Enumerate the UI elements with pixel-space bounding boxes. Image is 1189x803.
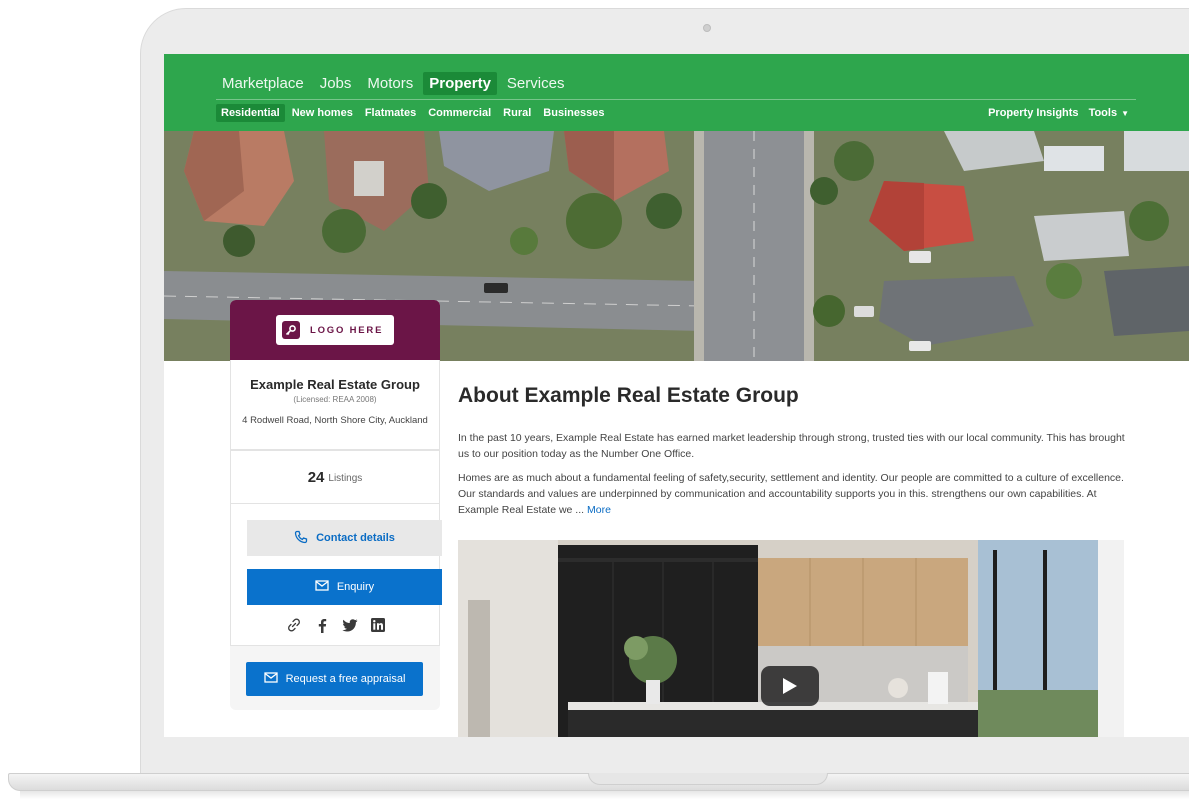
agency-logo-banner: LOGO HERE [230,300,440,360]
property-insights-link[interactable]: Property Insights [988,104,1078,122]
link-icon[interactable] [286,617,302,633]
play-icon [783,678,797,694]
nav-property[interactable]: Property [423,72,497,95]
request-appraisal-label: Request a free appraisal [285,673,406,685]
subnav-new-homes[interactable]: New homes [287,104,358,122]
nav-services[interactable]: Services [501,72,571,95]
about-paragraph-2-text: Homes are as much about a fundamental fe… [458,472,1124,516]
agency-logo-text: LOGO HERE [310,324,384,336]
social-links [231,617,441,633]
site-header: Marketplace Jobs Motors Property Service… [164,54,1189,131]
linkedin-icon[interactable] [370,617,386,633]
listings-label: Listings [328,472,363,484]
facebook-icon[interactable] [314,617,330,633]
video-player[interactable] [458,540,1124,737]
subnav-businesses[interactable]: Businesses [538,104,609,122]
agency-name: Example Real Estate Group [250,377,420,392]
kitchen-video-thumbnail [458,540,1124,737]
listings-count: 24 [307,468,325,486]
agency-license: (Licensed: REAA 2008) [293,395,377,404]
twitter-icon[interactable] [342,617,358,633]
mail-icon [315,580,329,594]
more-link[interactable]: More [587,504,611,516]
laptop-base-notch [588,773,828,785]
main-nav: Marketplace Jobs Motors Property Service… [216,72,570,95]
tools-label: Tools [1088,107,1118,119]
caret-down-icon: ▼ [1121,109,1129,118]
about-paragraph-2: Homes are as much about a fundamental fe… [458,470,1138,518]
mail-icon [263,672,278,686]
subnav-commercial[interactable]: Commercial [423,104,496,122]
nav-marketplace[interactable]: Marketplace [216,72,310,95]
subnav-residential[interactable]: Residential [216,104,285,122]
agency-card: LOGO HERE Example Real Estate Group (Lic… [230,300,442,710]
nav-divider [216,99,1136,100]
subnav-flatmates[interactable]: Flatmates [360,104,421,122]
agency-logo: LOGO HERE [276,315,394,345]
subnav-rural[interactable]: Rural [498,104,536,122]
agency-address: 4 Rodwell Road, North Shore City, Auckla… [242,415,428,426]
contact-details-button[interactable]: Contact details [247,520,442,556]
tools-menu[interactable]: Tools ▼ [1089,104,1129,122]
about-paragraph-1: In the past 10 years, Example Real Estat… [458,432,1125,460]
nav-motors[interactable]: Motors [361,72,419,95]
laptop-shadow [20,791,1189,799]
laptop-screen: Marketplace Jobs Motors Property Service… [164,54,1189,737]
sub-nav-right: Property Insights Tools ▼ [988,104,1129,122]
agency-info: Example Real Estate Group (Licensed: REA… [230,360,440,450]
laptop-camera [703,24,711,32]
sub-nav: Residential New homes Flatmates Commerci… [216,104,609,122]
agency-listings[interactable]: 24 Listings [230,450,440,504]
enquiry-label: Enquiry [336,581,375,593]
phone-icon [294,530,308,547]
agency-actions: Contact details Enquiry [230,504,442,646]
contact-details-label: Contact details [316,532,395,544]
enquiry-button[interactable]: Enquiry [247,569,442,605]
about-title: About Example Real Estate Group [458,384,799,407]
play-button[interactable] [761,666,819,706]
request-appraisal-button[interactable]: Request a free appraisal [246,662,423,696]
nav-jobs[interactable]: Jobs [314,72,358,95]
key-icon [282,321,300,339]
